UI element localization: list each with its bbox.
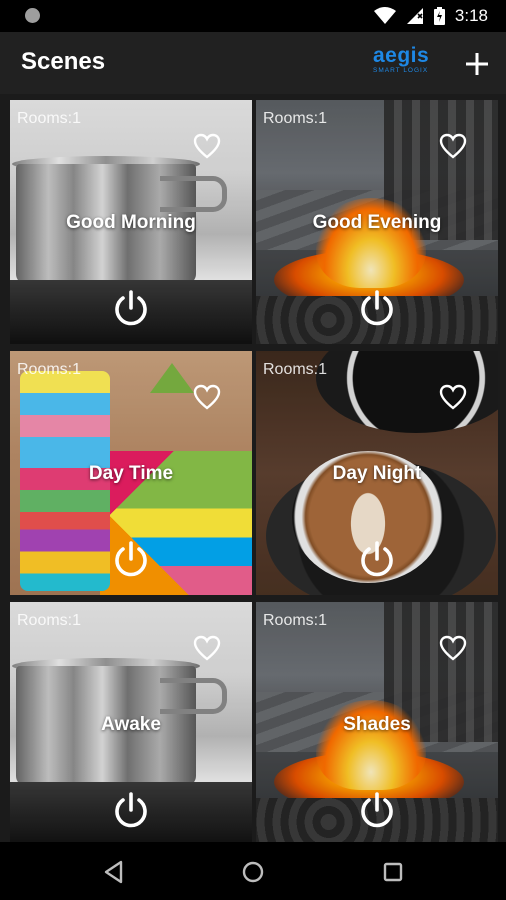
status-icons: 3:18 [373, 6, 488, 26]
scene-name: Good Evening [312, 212, 442, 233]
recents-button[interactable] [380, 859, 406, 885]
plus-icon [466, 53, 488, 75]
power-icon [361, 792, 393, 828]
scene-rooms-count: Rooms:1 [17, 612, 82, 629]
scene-tile[interactable]: Rooms:1 Awake [10, 602, 252, 846]
power-icon [115, 792, 147, 828]
scene-name: Good Morning [66, 212, 196, 233]
scene-rooms-count: Rooms:1 [263, 612, 328, 629]
favorite-heart-icon[interactable] [439, 635, 467, 661]
power-icon [115, 290, 147, 326]
status-time: 3:18 [454, 6, 488, 25]
home-circle-icon [242, 861, 264, 883]
scene-tile[interactable]: Rooms:1 Good Evening [256, 100, 498, 344]
back-triangle-icon [104, 860, 123, 884]
power-toggle-button[interactable] [113, 290, 149, 328]
scene-name: Day Time [88, 463, 174, 484]
power-toggle-button[interactable] [113, 792, 149, 830]
favorite-heart-icon[interactable] [439, 133, 467, 159]
page-title: Scenes [21, 48, 106, 75]
power-icon [361, 290, 393, 326]
wifi-icon [373, 7, 396, 24]
aegis-logo: aegis SMART LOGIX [373, 44, 435, 80]
favorite-heart-icon[interactable] [193, 384, 221, 410]
recents-square-icon [383, 862, 403, 882]
scene-rooms-count: Rooms:1 [17, 361, 82, 378]
scene-name: Day Night [332, 463, 422, 484]
scene-rooms-count: Rooms:1 [263, 110, 328, 127]
scene-name: Awake [101, 714, 161, 735]
back-button[interactable] [101, 859, 127, 885]
scene-tile[interactable]: Rooms:1 Day Night [256, 351, 498, 595]
favorite-heart-icon[interactable] [439, 384, 467, 410]
scene-tile[interactable]: Rooms:1 Good Morning [10, 100, 252, 344]
scene-rooms-count: Rooms:1 [17, 110, 82, 127]
add-scene-button[interactable] [462, 49, 492, 79]
cell-signal-icon [406, 8, 423, 24]
favorite-heart-icon[interactable] [193, 635, 221, 661]
power-toggle-button[interactable] [359, 290, 395, 328]
system-nav-bar [0, 842, 506, 900]
battery-icon [433, 7, 445, 25]
power-toggle-button[interactable] [113, 541, 149, 579]
favorite-heart-icon[interactable] [193, 133, 221, 159]
scene-name: Shades [343, 714, 411, 735]
scene-tile[interactable]: Rooms:1 Day Time [10, 351, 252, 595]
notification-dot-icon [25, 8, 40, 23]
power-toggle-button[interactable] [359, 792, 395, 830]
power-icon [115, 541, 147, 577]
scene-rooms-count: Rooms:1 [263, 361, 328, 378]
app-bar: Scenes aegis SMART LOGIX [0, 32, 506, 94]
logo-tagline: SMART LOGIX [373, 67, 429, 74]
power-toggle-button[interactable] [359, 541, 395, 579]
logo-wordmark: aegis [373, 44, 430, 67]
scene-tile[interactable]: Rooms:1 Shades [256, 602, 498, 846]
status-bar: 3:18 [0, 0, 506, 32]
power-icon [361, 541, 393, 577]
home-button[interactable] [240, 859, 266, 885]
